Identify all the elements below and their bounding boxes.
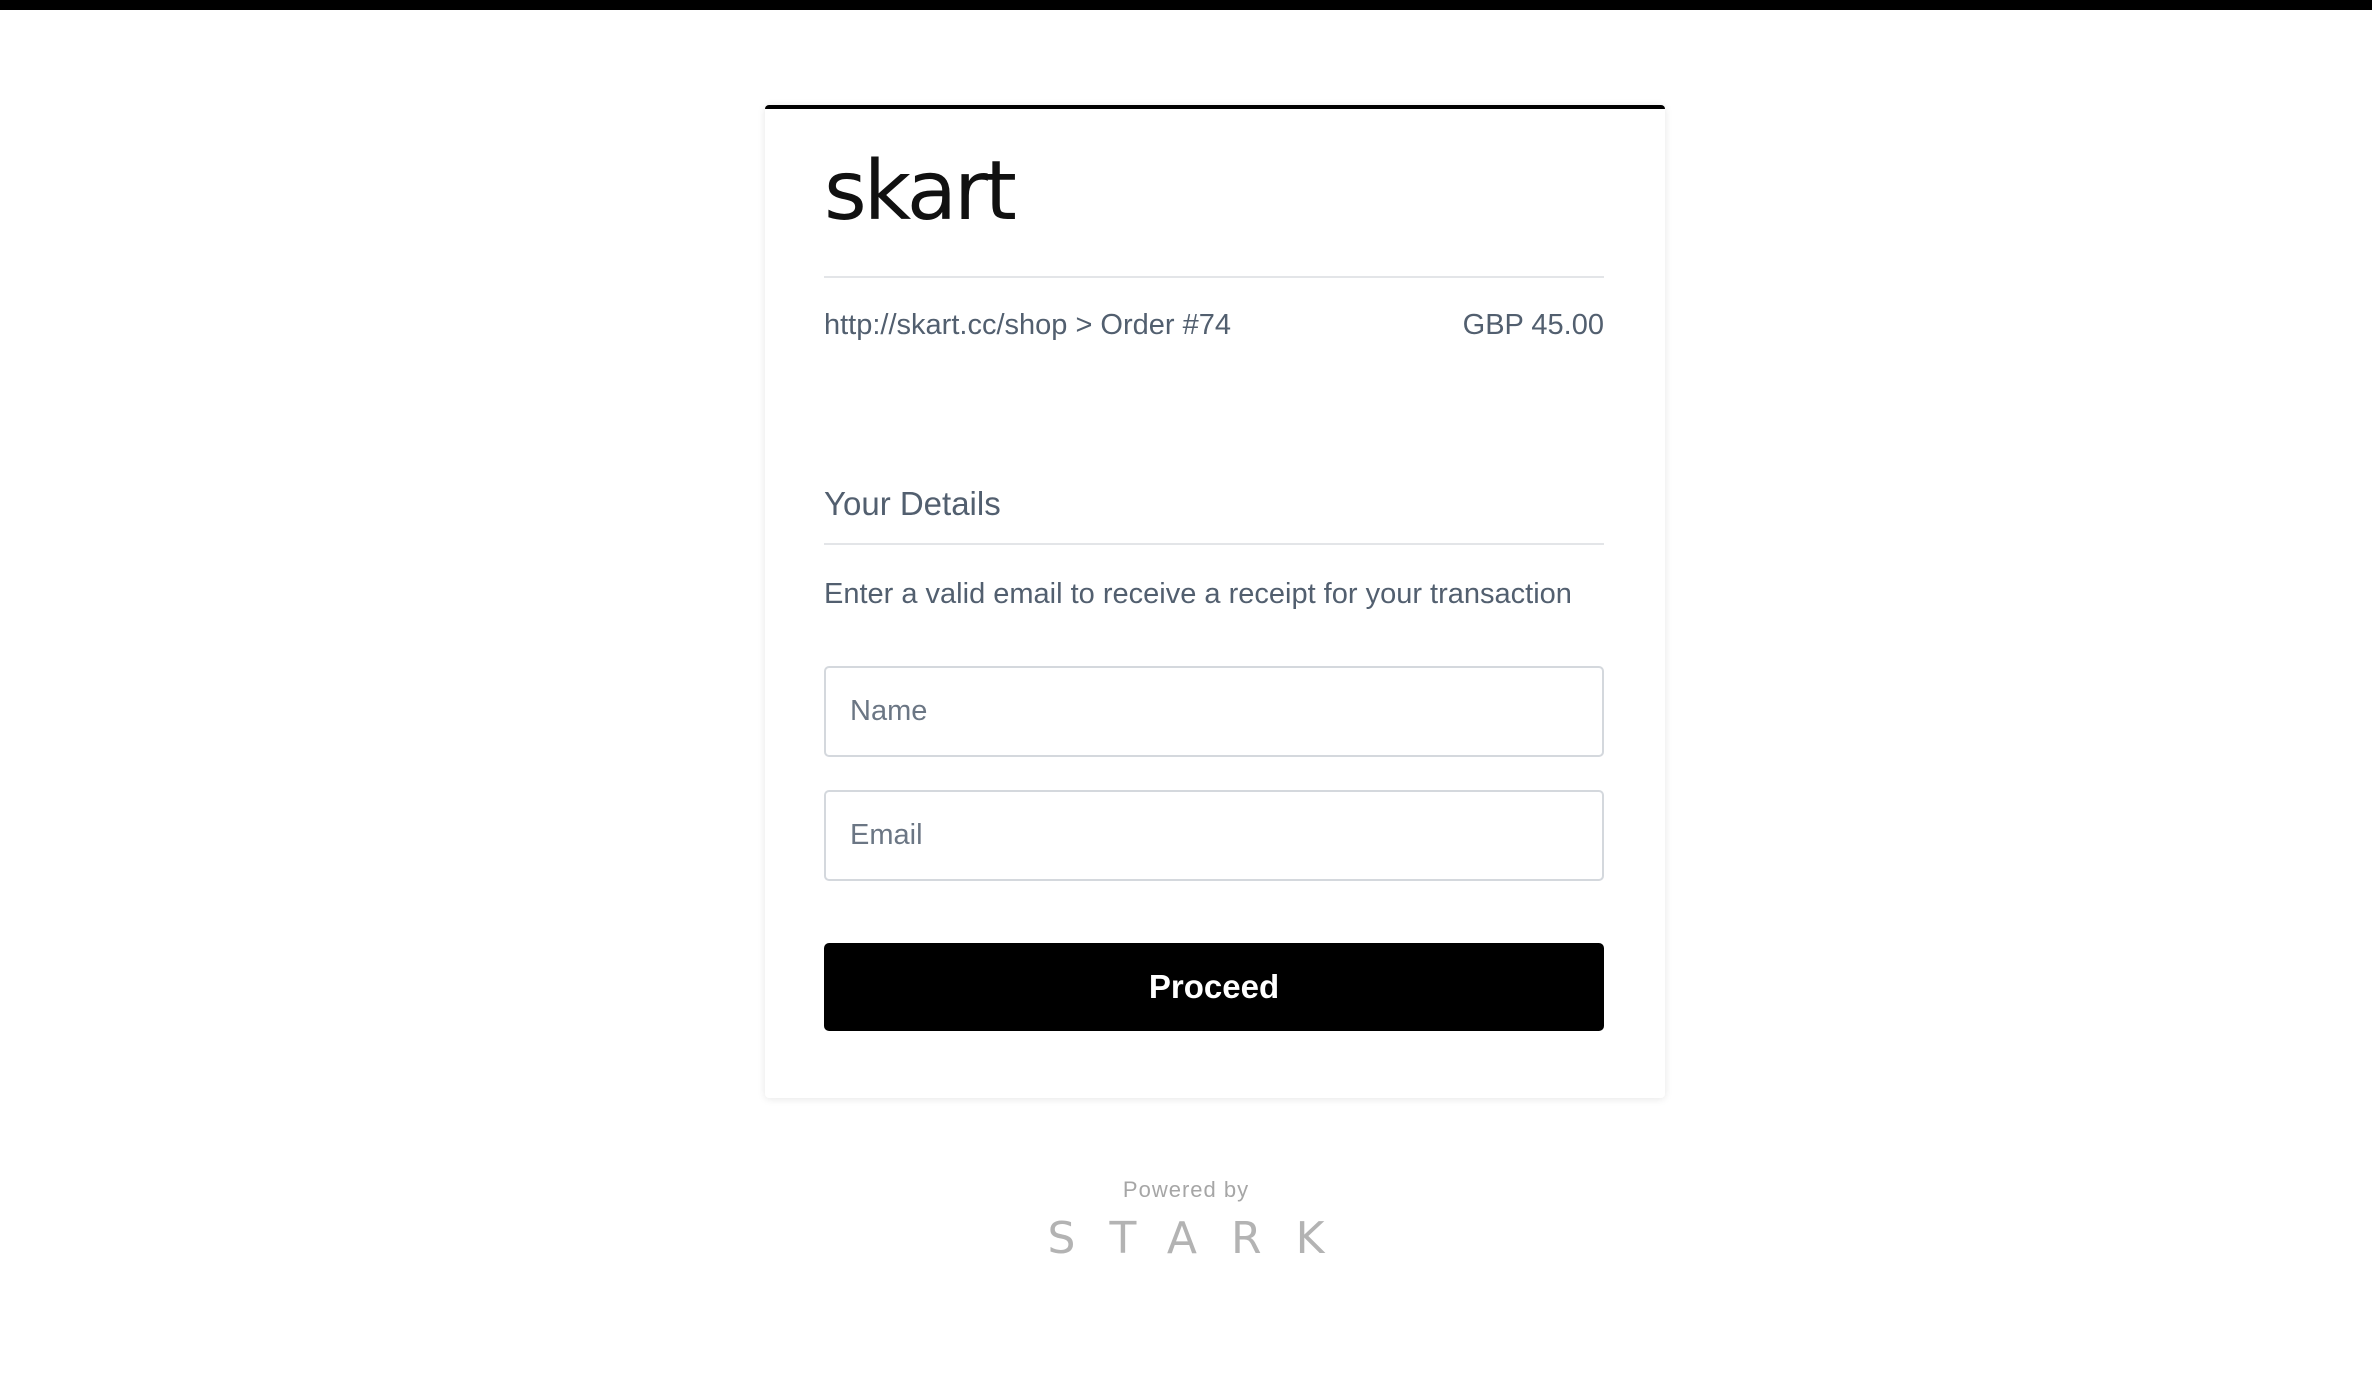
top-bar: [0, 0, 2372, 10]
details-divider: [824, 543, 1604, 545]
proceed-button[interactable]: Proceed: [824, 943, 1604, 1031]
order-amount: GBP 45.00: [1462, 309, 1604, 341]
logo-divider: [824, 276, 1604, 278]
powered-by-label: Powered by: [1122, 1177, 1250, 1202]
skart-logo: skart: [824, 144, 1017, 239]
name-field[interactable]: [824, 666, 1604, 757]
checkout-card: skart http://skart.cc/shop > Order #74 G…: [765, 105, 1665, 1098]
email-field[interactable]: [824, 790, 1604, 881]
details-helper-text: Enter a valid email to receive a receipt…: [824, 578, 1572, 610]
order-breadcrumb: http://skart.cc/shop > Order #74: [824, 309, 1232, 341]
stark-logo: STARK: [1047, 1213, 1359, 1264]
order-summary: http://skart.cc/shop > Order #74 GBP 45.…: [824, 309, 1604, 349]
details-heading: Your Details: [824, 485, 1001, 522]
